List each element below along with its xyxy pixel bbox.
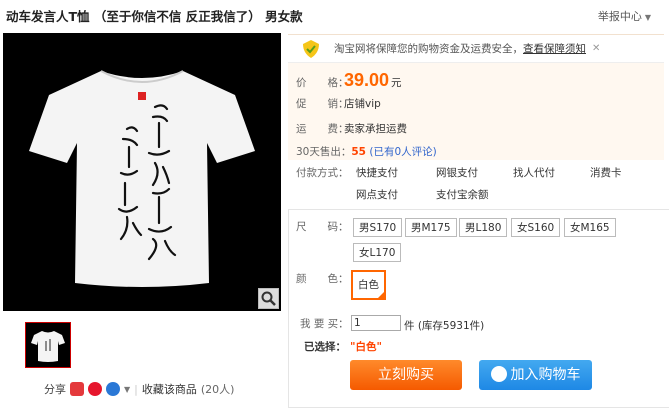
quantity-input[interactable]: 1 bbox=[351, 315, 401, 331]
sales-label: 30天售出： bbox=[296, 146, 352, 158]
price-value: 39.00 bbox=[344, 70, 390, 90]
close-icon[interactable]: ✕ bbox=[592, 43, 600, 54]
thumbnail-image[interactable] bbox=[25, 322, 71, 368]
payment-proxy[interactable]: 找人代付 bbox=[513, 165, 555, 180]
buy-now-button[interactable]: 立刻购买 bbox=[350, 360, 462, 390]
taobao-share-icon[interactable] bbox=[70, 382, 84, 396]
promo-row: 促 销：店铺vip bbox=[296, 96, 381, 111]
price-row: 价 格：39.00 元 bbox=[296, 70, 402, 91]
price-label: 价 格： bbox=[296, 77, 349, 89]
report-center-label: 举报中心 bbox=[597, 10, 642, 23]
report-center-link[interactable]: 举报中心 ▼ bbox=[598, 8, 651, 24]
add-to-cart-label: 加入购物车 bbox=[510, 367, 581, 383]
size-option[interactable]: 女S160 bbox=[511, 218, 561, 237]
color-label: 颜 色： bbox=[296, 273, 349, 285]
share-label: 分享 bbox=[44, 383, 66, 396]
add-to-cart-button[interactable]: 加入购物车 bbox=[479, 360, 592, 390]
magnifier-icon bbox=[261, 291, 276, 306]
payment-outlet[interactable]: 网点支付 bbox=[356, 187, 398, 202]
collect-count: (20人) bbox=[200, 383, 235, 396]
payment-label: 付款方式： bbox=[296, 167, 349, 179]
zoom-button[interactable] bbox=[258, 288, 279, 309]
qty-label: 我 要 买： bbox=[300, 318, 349, 330]
size-option[interactable]: 男S170 bbox=[353, 218, 403, 237]
cart-icon bbox=[490, 366, 507, 382]
color-option-selected[interactable]: 白色 bbox=[351, 270, 386, 300]
payment-alipay[interactable]: 支付宝余额 bbox=[436, 187, 489, 202]
tshirt-image bbox=[29, 70, 255, 287]
guarantee-link[interactable]: 查看保障须知 bbox=[523, 41, 586, 56]
comments-link[interactable]: (已有0人评论) bbox=[369, 146, 436, 158]
product-title: 动车发言人T恤 （至于你信不信 反正我信了） 男女款 bbox=[6, 9, 303, 24]
payment-card[interactable]: 消费卡 bbox=[590, 165, 622, 180]
shield-icon bbox=[303, 40, 319, 58]
shipping-label: 运 费： bbox=[296, 123, 349, 135]
shipping-row: 运 费：卖家承担运费 bbox=[296, 121, 407, 136]
logo-badge bbox=[138, 92, 146, 100]
share-bar: 分享 ▼ | 收藏该商品 (20人) bbox=[44, 381, 234, 397]
size-option[interactable]: 女M165 bbox=[564, 218, 616, 237]
size-option[interactable]: 女L170 bbox=[353, 243, 402, 262]
sales-row: 30天售出：55 (已有0人评论) bbox=[296, 144, 437, 159]
chevron-down-icon: ▼ bbox=[644, 13, 651, 22]
divider: | bbox=[134, 382, 138, 396]
guarantee-bar: 淘宝网将保障您的购物资金及运费安全， 查看保障须知 ✕ bbox=[288, 35, 664, 63]
price-unit: 元 bbox=[391, 77, 402, 89]
buy-now-label: 立刻购买 bbox=[378, 367, 434, 383]
sales-count: 55 bbox=[351, 146, 366, 158]
payment-quick[interactable]: 快捷支付 bbox=[356, 165, 398, 180]
guarantee-text: 淘宝网将保障您的购物资金及运费安全， bbox=[334, 43, 523, 55]
promo-value: 店铺vip bbox=[344, 98, 381, 110]
size-label: 尺 码： bbox=[296, 221, 349, 233]
size-option[interactable]: 男L180 bbox=[459, 218, 508, 237]
renren-icon[interactable] bbox=[106, 382, 120, 396]
chevron-down-icon[interactable]: ▼ bbox=[124, 385, 130, 394]
weibo-icon[interactable] bbox=[88, 382, 102, 396]
collect-link[interactable]: 收藏该商品 bbox=[142, 381, 197, 397]
selected-label: 已选择： bbox=[304, 341, 346, 353]
promo-label: 促 销： bbox=[296, 98, 349, 110]
shipping-value: 卖家承担运费 bbox=[344, 123, 407, 135]
selected-value: "白色" bbox=[350, 341, 382, 353]
size-option[interactable]: 男M175 bbox=[405, 218, 457, 237]
payment-netbank[interactable]: 网银支付 bbox=[436, 165, 478, 180]
tshirt-thumbnail bbox=[31, 331, 65, 362]
main-product-image bbox=[3, 33, 281, 311]
stock-info: 件 (库存5931件) bbox=[404, 320, 485, 332]
